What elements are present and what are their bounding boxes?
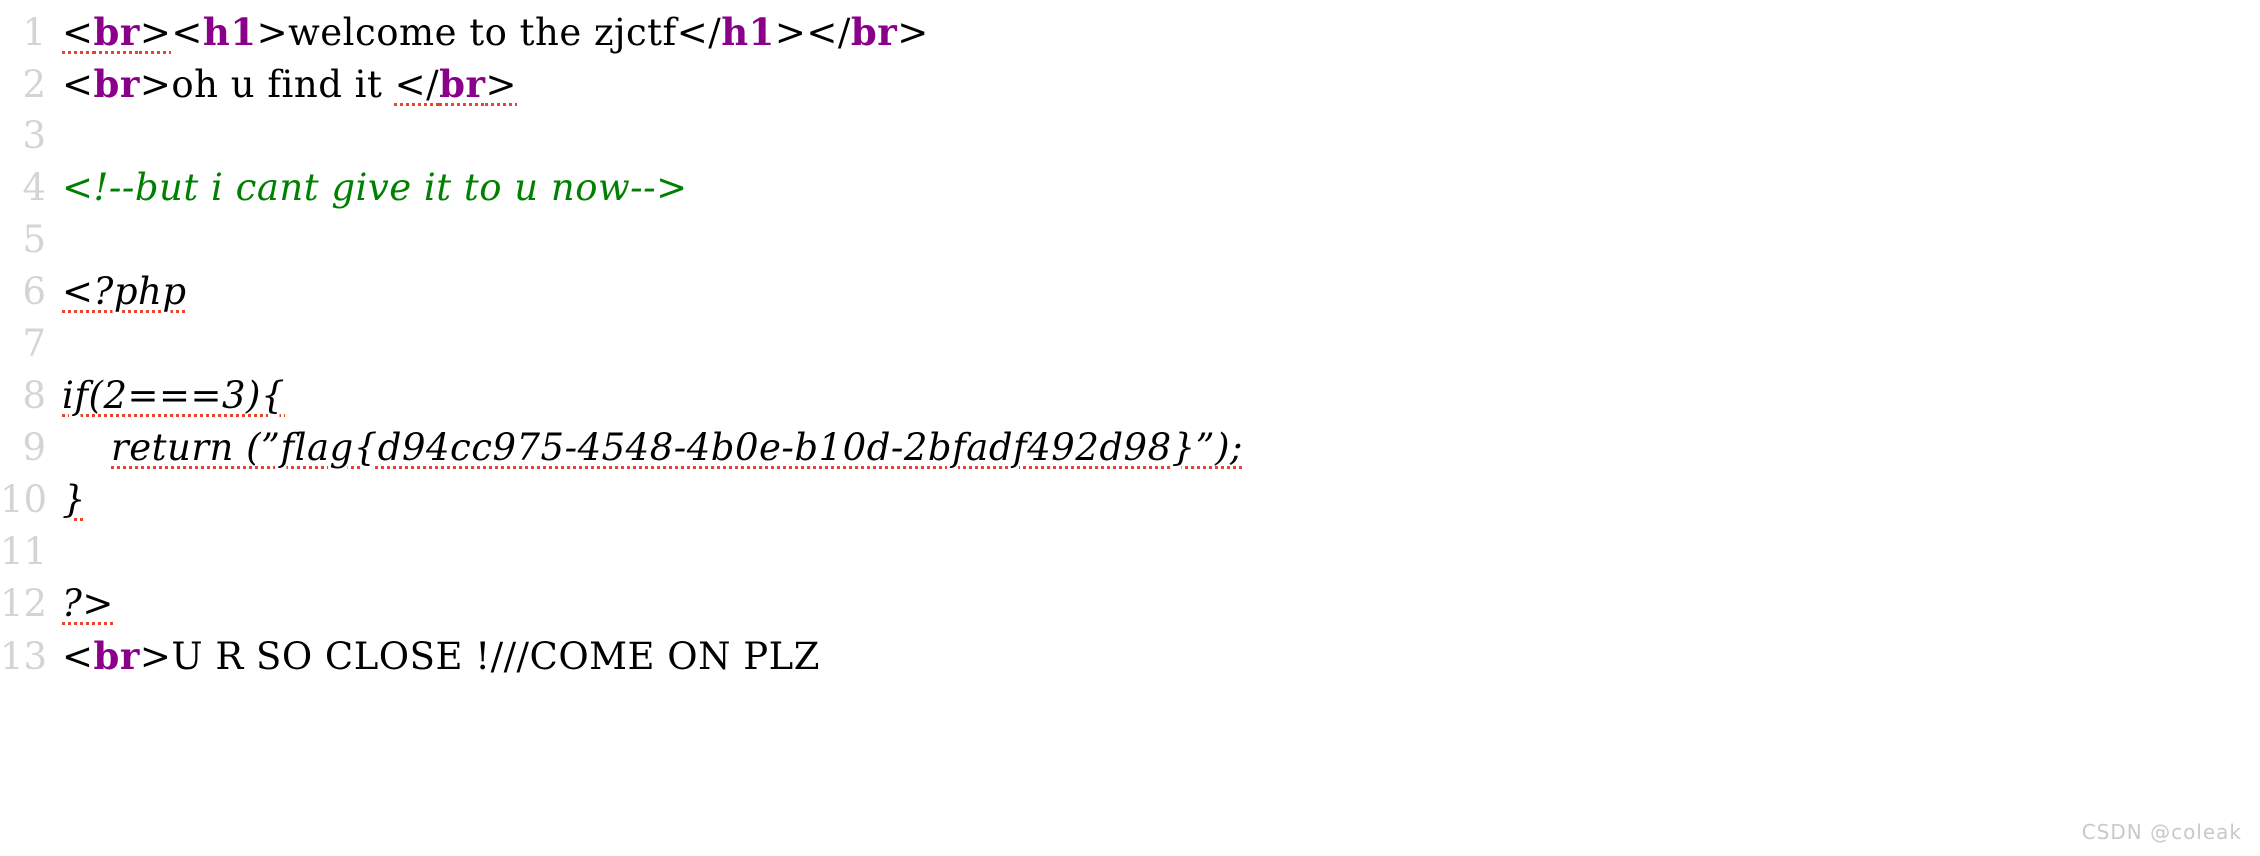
code-token-bracket: < <box>62 11 94 54</box>
code-token-bracket: > <box>139 63 172 106</box>
code-token-tag: br <box>93 10 140 54</box>
code-token-bracket: > <box>139 11 172 54</box>
code-token-tag: br <box>93 634 140 678</box>
code-line-content[interactable]: if(2===3){ <box>62 370 2260 422</box>
code-token-php: return (”flag{d94cc975-4548-4b0e-b10d-2b… <box>111 426 1243 469</box>
line-number: 9 <box>22 426 46 469</box>
code-token-bracket: </ <box>676 11 722 54</box>
code-line-content[interactable]: <br><h1>welcome to the zjctf</h1></br> <box>62 6 2260 59</box>
code-token-php: ?> <box>62 582 114 625</box>
line-number: 6 <box>22 270 46 313</box>
code-token-tag: br <box>439 62 486 106</box>
line-number: 2 <box>22 63 46 106</box>
code-line: 10} <box>0 474 2260 526</box>
code-line: 13 <br>U R SO CLOSE !///COME ON PLZ <box>0 630 2260 682</box>
code-token-bracket: > <box>897 11 929 54</box>
code-token-tag: br <box>850 10 898 54</box>
code-line-content[interactable]: ?> <box>62 578 2260 630</box>
source-code-view: 1 <br><h1>welcome to the zjctf</h1></br> 2… <box>0 0 2260 856</box>
line-number: 8 <box>22 374 46 417</box>
code-line-content[interactable]: return (”flag{d94cc975-4548-4b0e-b10d-2b… <box>62 422 2260 474</box>
line-number: 7 <box>22 322 46 365</box>
code-token-text: U R SO CLOSE !///COME ON PLZ <box>171 635 820 678</box>
code-line: 3 <box>0 110 2260 162</box>
code-line: 5 <box>0 214 2260 266</box>
code-token-php: <?php <box>62 270 187 313</box>
code-token-bracket: > <box>485 63 517 106</box>
code-token-bracket: > <box>256 11 289 54</box>
code-line-content[interactable]: <!--but i cant give it to u now--> <box>62 162 2260 214</box>
line-number: 4 <box>22 166 46 209</box>
line-number: 11 <box>0 530 48 573</box>
code-token-tag: br <box>93 62 140 106</box>
line-number: 10 <box>0 478 48 521</box>
code-line: 12 ?> <box>0 578 2260 630</box>
code-line-content[interactable]: <br>oh u find it </br> <box>62 58 2260 111</box>
code-line: 6 <?php <box>0 266 2260 318</box>
code-token-php: if(2===3){ <box>62 374 286 417</box>
watermark: CSDN @coleak <box>2081 820 2242 844</box>
code-token-bracket: < <box>62 635 94 678</box>
code-token-text: welcome to the zjctf <box>288 11 677 54</box>
code-token-text: oh u find it <box>171 63 395 106</box>
line-number: 5 <box>22 218 46 261</box>
code-token-bracket: < <box>171 11 203 54</box>
code-line: 4 <!--but i cant give it to u now--> <box>0 162 2260 214</box>
code-line-content[interactable]: <br>U R SO CLOSE !///COME ON PLZ <box>62 630 2260 683</box>
code-token-bracket: < <box>62 63 94 106</box>
code-token-bracket: > <box>774 11 807 54</box>
code-line: 9 return (”flag{d94cc975-4548-4b0e-b10d-… <box>0 422 2260 474</box>
code-line-content[interactable]: } <box>62 474 2260 526</box>
code-line: 7 <box>0 318 2260 370</box>
line-number: 3 <box>22 114 46 157</box>
code-token-bracket: </ <box>394 63 440 106</box>
code-line: 2 <br>oh u find it </br> <box>0 58 2260 110</box>
line-number: 1 <box>22 11 46 54</box>
code-token-bracket: > <box>139 635 172 678</box>
code-lines-container: 1 <br><h1>welcome to the zjctf</h1></br> 2… <box>0 6 2260 682</box>
code-line: 1 <br><h1>welcome to the zjctf</h1></br> <box>0 6 2260 58</box>
code-token-comment: <!--but i cant give it to u now--> <box>62 166 688 209</box>
code-line-content[interactable]: <?php <box>62 266 2260 318</box>
code-line: 11 <box>0 526 2260 578</box>
line-number: 13 <box>0 635 48 678</box>
code-token-tag: h1 <box>202 10 257 54</box>
code-line: 8 if(2===3){ <box>0 370 2260 422</box>
line-number: 12 <box>0 582 48 625</box>
code-token-tag: h1 <box>721 10 775 54</box>
code-token-bracket: </ <box>806 11 851 54</box>
code-token-php: } <box>62 478 87 521</box>
